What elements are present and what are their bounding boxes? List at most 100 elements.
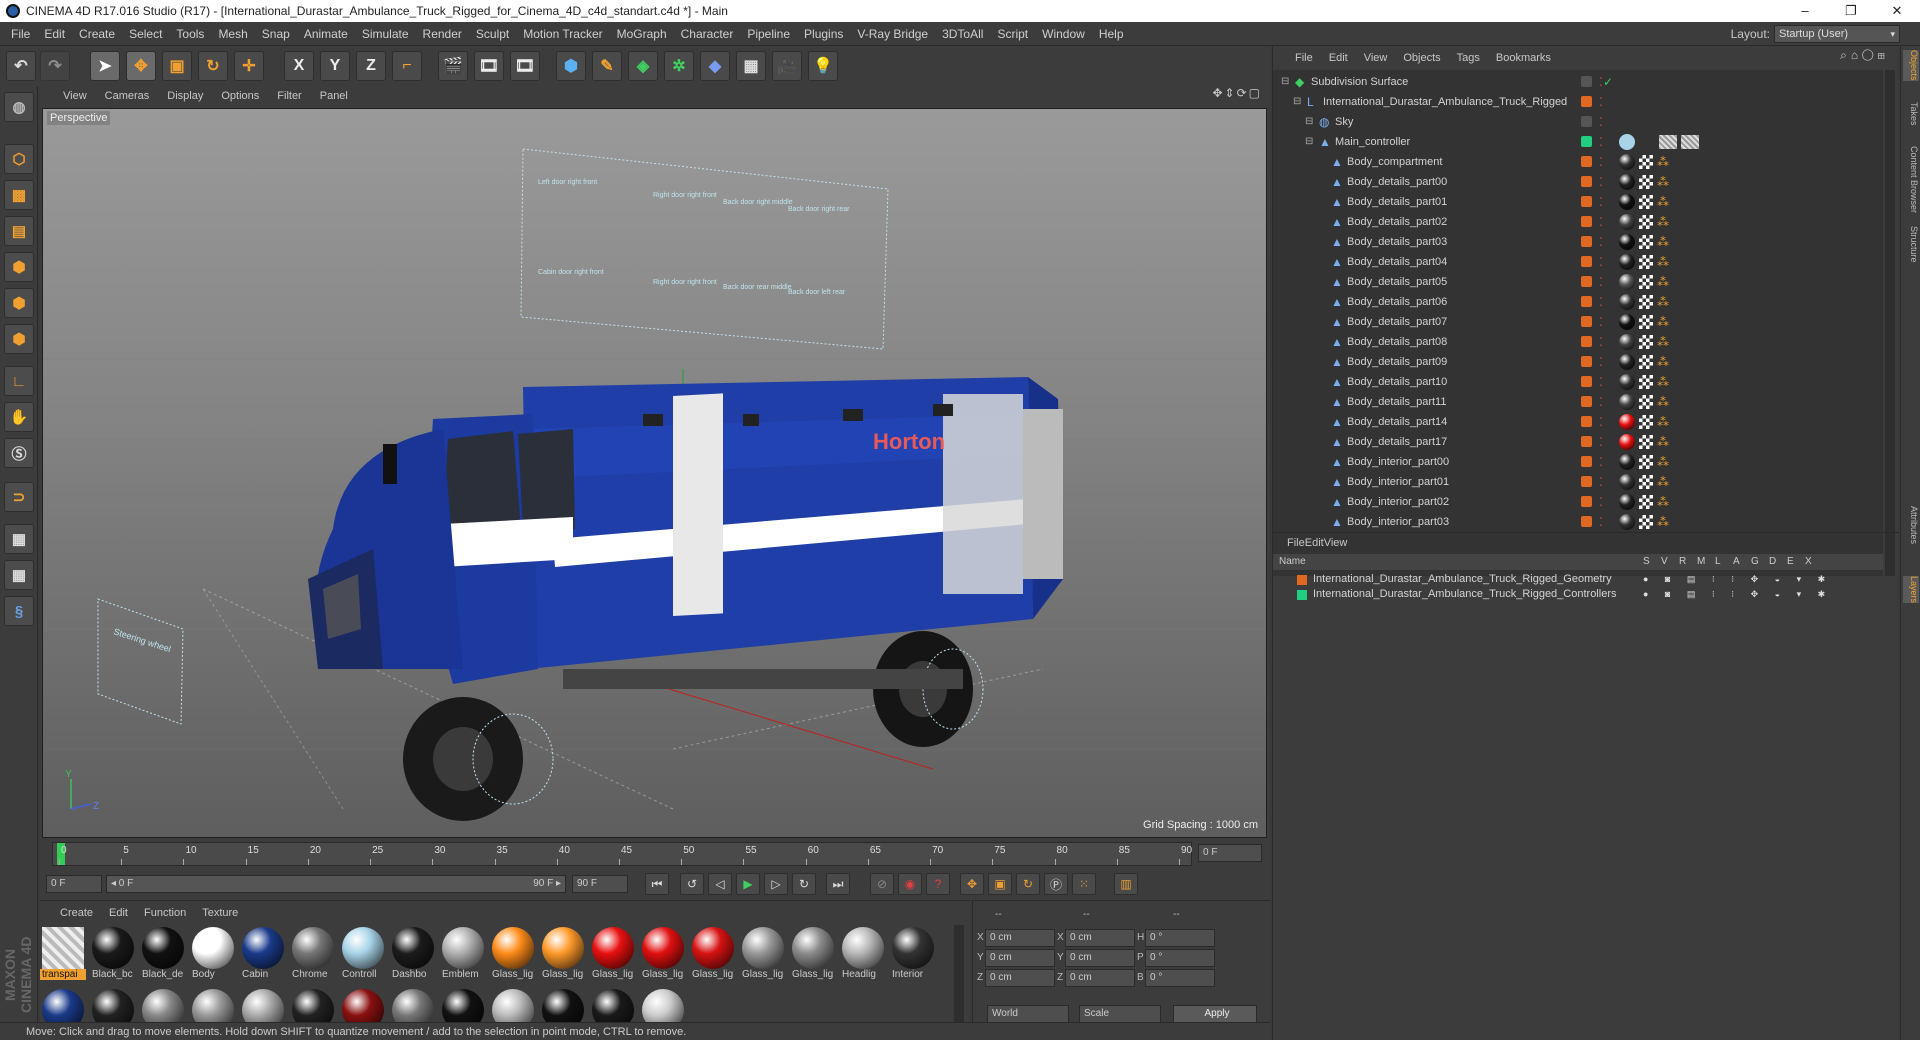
material-swatch[interactable]: Glass_lig	[790, 925, 836, 983]
object-row[interactable]: ▲ Body_details_part14 ⁚ ⁂	[1273, 412, 1883, 432]
key-scale-button[interactable]: ▣	[988, 873, 1012, 895]
workplane-lock-button[interactable]: ▦	[4, 524, 34, 554]
object-row[interactable]: ▲ Body_details_part00 ⁚ ⁂	[1273, 172, 1883, 192]
visibility-dots-icon[interactable]: ⁚	[1599, 436, 1611, 448]
current-frame-field[interactable]: 0 F	[1198, 844, 1262, 862]
checker-tag-icon[interactable]	[1639, 275, 1653, 289]
side-tab-attributes[interactable]: Attributes	[1903, 506, 1919, 544]
visibility-dots-icon[interactable]: ⁚	[1599, 296, 1611, 308]
layer-menu-view[interactable]: View	[1324, 537, 1348, 549]
phong-tag-icon[interactable]: ⁂	[1657, 175, 1671, 189]
layer-col-s[interactable]: S	[1643, 554, 1650, 570]
layer-menu-file[interactable]: File	[1287, 537, 1305, 549]
menu-character[interactable]: Character	[674, 22, 741, 46]
viewport-menu-panel[interactable]: Panel	[311, 86, 357, 106]
material-tag-icon[interactable]	[1619, 514, 1635, 530]
material-tag-icon[interactable]	[1619, 154, 1635, 170]
checker-tag-icon[interactable]	[1639, 235, 1653, 249]
rotate-tool-button[interactable]: ↻	[198, 51, 228, 81]
timeline-window-button[interactable]: ▥	[1114, 873, 1138, 895]
striped-tag-icon[interactable]	[1659, 135, 1677, 149]
key-rotation-button[interactable]: ↻	[1016, 873, 1040, 895]
material-menu-edit[interactable]: Edit	[101, 903, 136, 923]
redo-button[interactable]: ↷	[40, 51, 70, 81]
material-menu-create[interactable]: Create	[52, 903, 101, 923]
camera-button[interactable]: 🎥	[772, 51, 802, 81]
viewport-menu-options[interactable]: Options	[212, 86, 268, 106]
visibility-dots-icon[interactable]: ⁚	[1599, 416, 1611, 428]
cube-button[interactable]: ⬢	[556, 51, 586, 81]
object-row[interactable]: ▲ Body_details_part06 ⁚ ⁂	[1273, 292, 1883, 312]
checker-tag-icon[interactable]	[1639, 355, 1653, 369]
pen-spline-button[interactable]: ✎	[592, 51, 622, 81]
menu-render[interactable]: Render	[416, 22, 469, 46]
apply-button[interactable]: Apply	[1173, 1005, 1257, 1023]
object-row[interactable]: ▲ Body_details_part03 ⁚ ⁂	[1273, 232, 1883, 252]
model-mode-button[interactable]: ⬡	[4, 144, 34, 174]
viewport-menu-filter[interactable]: Filter	[268, 86, 310, 106]
cloner-button[interactable]: ✲	[664, 51, 694, 81]
layer-col-l[interactable]: L	[1715, 554, 1721, 570]
layer-col-e[interactable]: E	[1787, 554, 1794, 570]
checker-tag-icon[interactable]	[1639, 315, 1653, 329]
phong-tag-icon[interactable]: ⁂	[1657, 215, 1671, 229]
checker-tag-icon[interactable]	[1639, 255, 1653, 269]
material-swatch[interactable]: Emblem	[440, 925, 486, 983]
object-row[interactable]: ◆ ⊟ Subdivision Surface ⁚ ✓	[1273, 72, 1883, 92]
coord-value-field[interactable]: 0 cm	[985, 949, 1055, 967]
checker-tag-icon[interactable]	[1639, 215, 1653, 229]
controller-tag-icon[interactable]	[1619, 134, 1635, 150]
visibility-dots-icon[interactable]: ⁚	[1599, 396, 1611, 408]
side-tab-objects[interactable]: Objects	[1903, 50, 1919, 81]
key-position-button[interactable]: ✥	[960, 873, 984, 895]
menu-simulate[interactable]: Simulate	[355, 22, 416, 46]
layer-col-v[interactable]: V	[1661, 554, 1668, 570]
minimize-button[interactable]: –	[1782, 0, 1828, 22]
material-swatch[interactable]: Body	[190, 925, 236, 983]
checker-tag-icon[interactable]	[1639, 175, 1653, 189]
phong-tag-icon[interactable]: ⁂	[1657, 295, 1671, 309]
next-key-button[interactable]: ↻	[792, 873, 816, 895]
visibility-dots-icon[interactable]: ⁚	[1599, 276, 1611, 288]
render-view-button[interactable]: 🎬	[438, 51, 468, 81]
visibility-dots-icon[interactable]: ⁚	[1599, 256, 1611, 268]
menu-plugins[interactable]: Plugins	[797, 22, 850, 46]
material-swatch[interactable]: Black_de	[140, 925, 186, 983]
visibility-dots-icon[interactable]: ⁚	[1599, 96, 1611, 108]
coord-value-field[interactable]: 0 cm	[1065, 929, 1135, 947]
points-mode-button[interactable]: ⬢	[4, 252, 34, 282]
edges-mode-button[interactable]: ⬢	[4, 288, 34, 318]
material-swatch[interactable]: Glass_lig	[490, 925, 536, 983]
object-row[interactable]: ▲ Body_details_part11 ⁚ ⁂	[1273, 392, 1883, 412]
visibility-dots-icon[interactable]: ⁚	[1599, 316, 1611, 328]
coord-value-field[interactable]: 0 °	[1145, 969, 1215, 987]
coord-value-field[interactable]: 0 cm	[1065, 969, 1135, 987]
object-row[interactable]: ▲ Body_details_part04 ⁚ ⁂	[1273, 252, 1883, 272]
phong-tag-icon[interactable]: ⁂	[1657, 355, 1671, 369]
visibility-dots-icon[interactable]: ⁚	[1599, 196, 1611, 208]
side-tab-layers[interactable]: Layers	[1903, 576, 1919, 604]
material-swatch[interactable]: Dashbo	[390, 925, 436, 983]
phong-tag-icon[interactable]: ⁂	[1657, 415, 1671, 429]
object-row[interactable]: ▲ Body_details_part08 ⁚ ⁂	[1273, 332, 1883, 352]
world-select[interactable]: World	[987, 1005, 1069, 1023]
visibility-dots-icon[interactable]: ⁚	[1599, 356, 1611, 368]
magnet-button[interactable]: ⊃	[4, 482, 34, 512]
material-swatch[interactable]: Interior	[890, 925, 936, 983]
prev-frame-button[interactable]: ◁	[708, 873, 732, 895]
menu-tools[interactable]: Tools	[169, 22, 211, 46]
light-button[interactable]: 💡	[808, 51, 838, 81]
timeline-ruler[interactable]: 0 5 10 15 20 25 30 35 40 45 50 55 60 65 70 75 80 85 90	[52, 842, 1192, 866]
phong-tag-icon[interactable]: ⁂	[1657, 475, 1671, 489]
layer-row[interactable]: International_Durastar_Ambulance_Truck_R…	[1273, 572, 1883, 587]
side-tab-structure[interactable]: Structure	[1903, 226, 1919, 263]
layer-col-a[interactable]: A	[1733, 554, 1740, 570]
goto-start-button[interactable]: ⏮	[645, 873, 669, 895]
checker-tag-icon[interactable]	[1639, 375, 1653, 389]
object-menu-bookmarks[interactable]: Bookmarks	[1488, 48, 1559, 68]
prev-key-button[interactable]: ↺	[680, 873, 704, 895]
deformer-button[interactable]: ◆	[700, 51, 730, 81]
object-search-icon[interactable]: ⌕⌂◯⊞	[1840, 48, 1889, 63]
expand-icon[interactable]: ⊟	[1305, 116, 1317, 128]
phong-tag-icon[interactable]: ⁂	[1657, 435, 1671, 449]
